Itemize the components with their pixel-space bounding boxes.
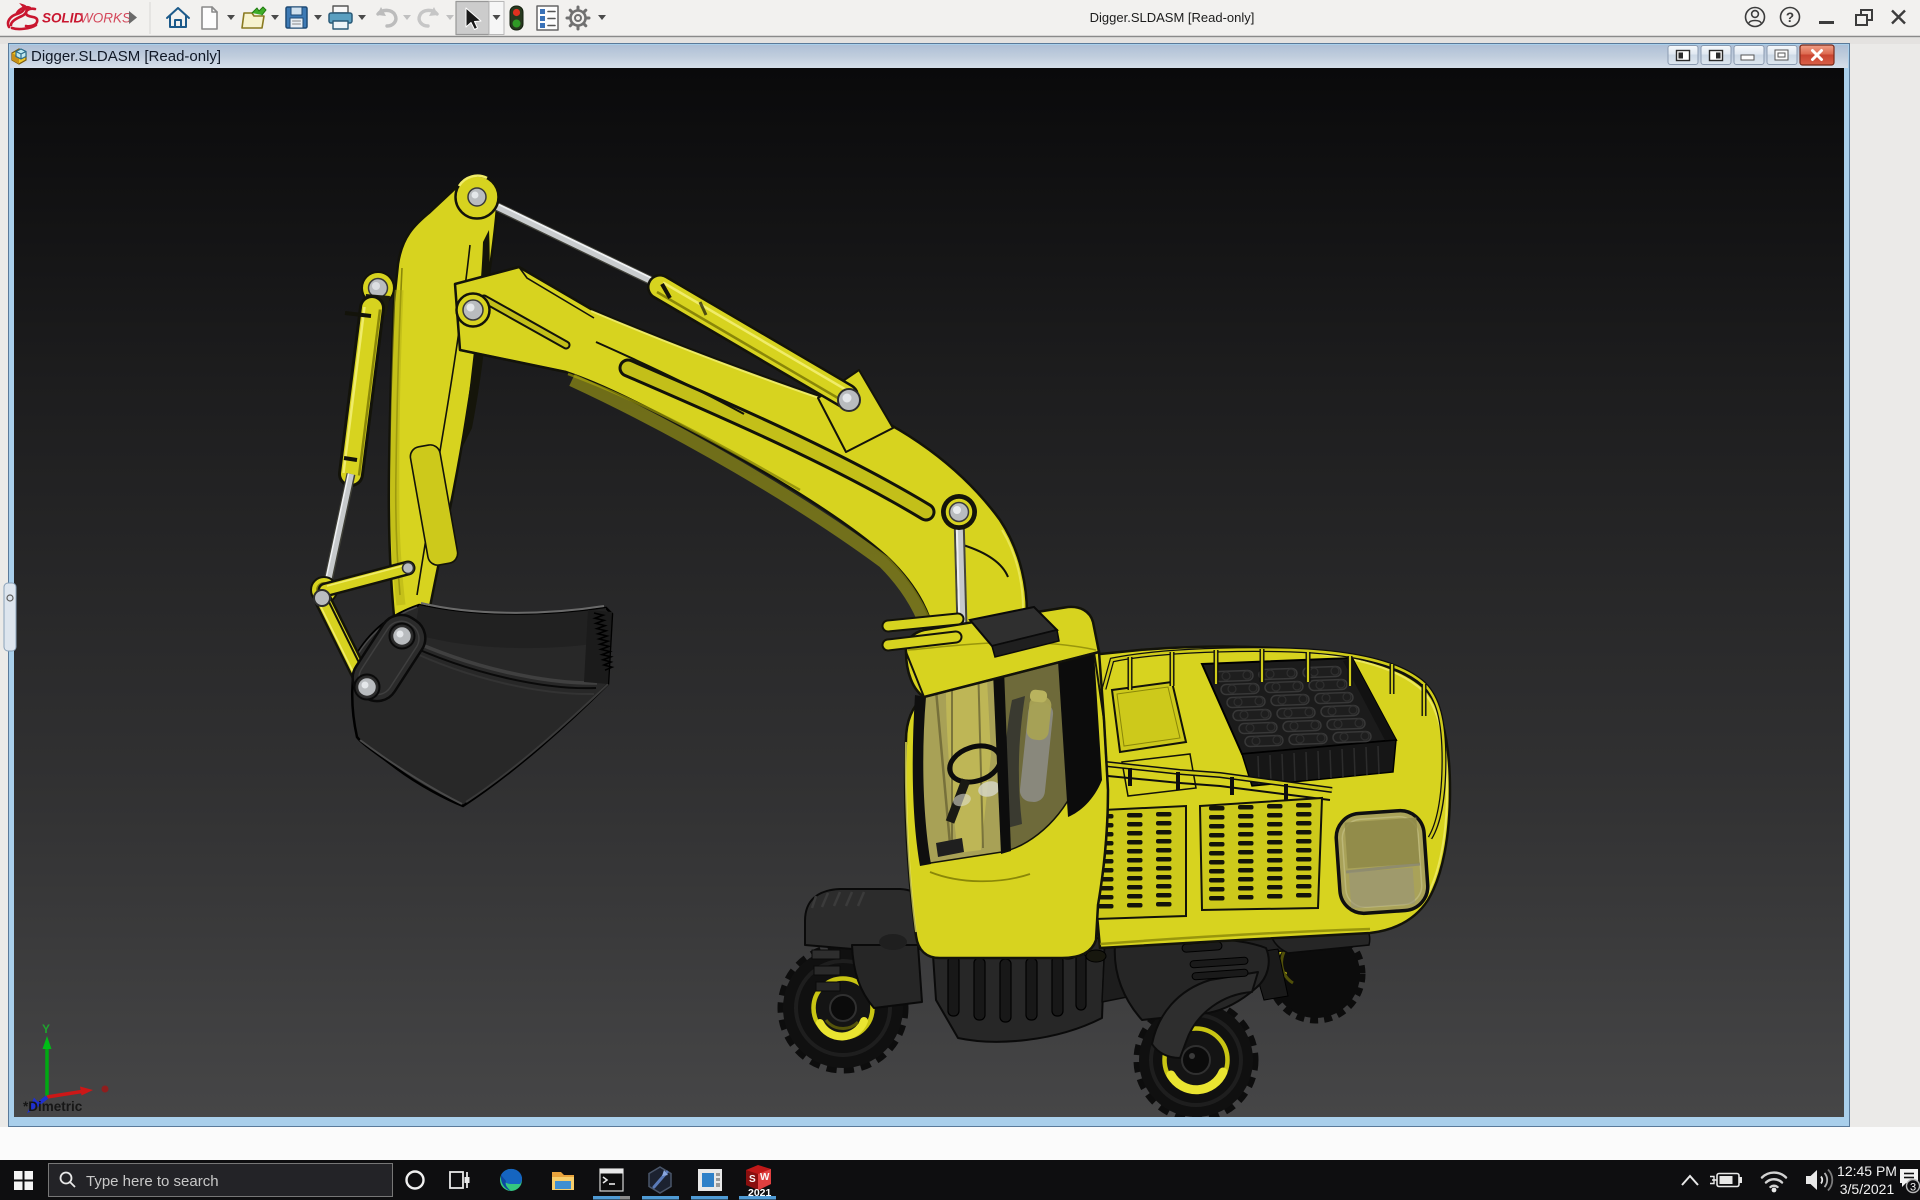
svg-text:12:45 PM: 12:45 PM [1837, 1163, 1897, 1179]
svg-text:SOLID: SOLID [42, 11, 84, 26]
svg-text:Y: Y [42, 1022, 50, 1036]
svg-text:3/5/2021: 3/5/2021 [1840, 1181, 1895, 1197]
svg-text:Digger.SLDASM [Read-only]: Digger.SLDASM [Read-only] [31, 48, 221, 65]
svg-text:?: ? [1786, 10, 1794, 25]
svg-text:3: 3 [1910, 1182, 1916, 1194]
svg-text:*Dimetric: *Dimetric [23, 1099, 83, 1114]
svg-text:WORKS: WORKS [80, 11, 131, 26]
svg-text:W: W [760, 1172, 770, 1183]
svg-text:S: S [749, 1174, 756, 1185]
svg-text:Digger.SLDASM [Read-only]: Digger.SLDASM [Read-only] [1090, 10, 1255, 25]
svg-text:Type here to search: Type here to search [86, 1173, 219, 1190]
